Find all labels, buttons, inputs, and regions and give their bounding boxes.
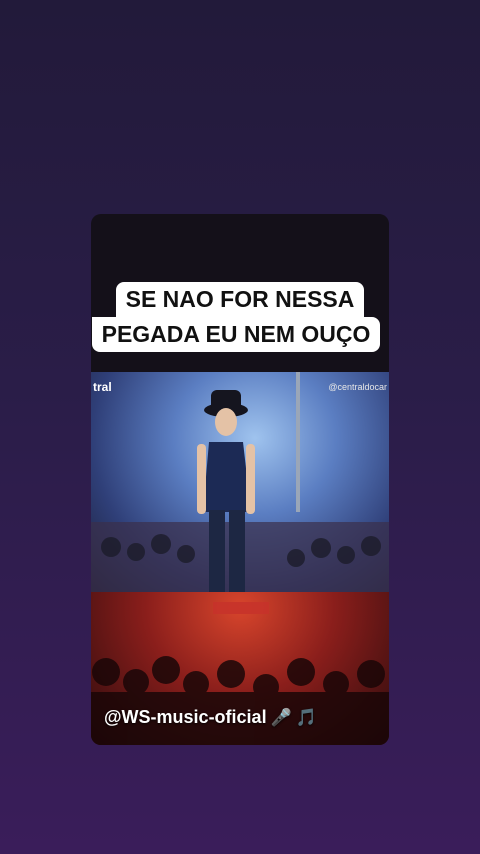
caption-line-2: PEGADA EU NEM OUÇO bbox=[91, 317, 381, 352]
caption: SE NAO FOR NESSA PEGADA EU NEM OUÇO bbox=[91, 282, 389, 352]
music-note-icon: 🎵 bbox=[295, 707, 317, 727]
watermark-left: tral bbox=[93, 380, 112, 394]
concert-photo-top bbox=[91, 372, 389, 592]
caption-line-1: SE NAO FOR NESSA bbox=[115, 282, 365, 317]
creator-handle[interactable]: @WS-music-oficial 🎤 🎵 bbox=[104, 707, 317, 728]
microphone-icon: 🎤 bbox=[270, 707, 292, 727]
video-card[interactable]: tral @centraldocar SE NAO FOR NESSA PEGA… bbox=[91, 214, 389, 745]
watermark-right: @centraldocar bbox=[328, 382, 387, 392]
performer-illustration bbox=[91, 372, 389, 592]
handle-text: @WS-music-oficial bbox=[104, 707, 267, 727]
